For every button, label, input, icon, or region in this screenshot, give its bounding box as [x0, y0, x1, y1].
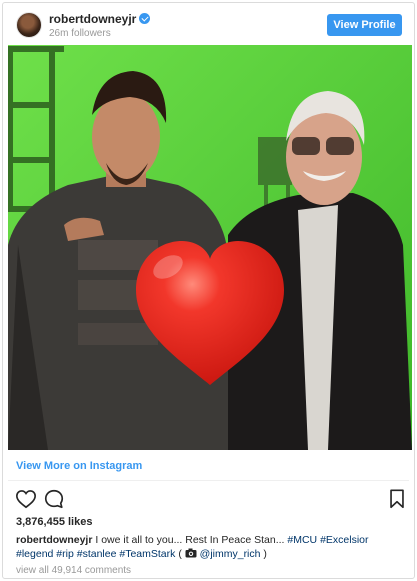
caption-credit-open: (	[178, 548, 182, 560]
caption-text: I owe it all to you... Rest In Peace Sta…	[95, 534, 285, 546]
post-caption: robertdowneyjr I owe it all to you... Re…	[16, 533, 401, 561]
avatar[interactable]	[16, 12, 42, 38]
hashtag[interactable]: #TeamStark	[119, 548, 175, 560]
view-profile-button[interactable]: View Profile	[327, 14, 402, 36]
camera-icon	[185, 548, 197, 558]
hashtag[interactable]: #legend	[16, 548, 53, 560]
hashtag[interactable]: #rip	[56, 548, 74, 560]
hashtag[interactable]: #Excelsior	[320, 534, 368, 546]
bookmark-icon[interactable]	[386, 488, 408, 510]
like-count: 3,876,455 likes	[16, 516, 93, 528]
caption-credit-close: )	[263, 548, 267, 560]
hashtag[interactable]: #stanlee	[77, 548, 117, 560]
username-text[interactable]: robertdowneyjr	[49, 12, 136, 26]
mention-link[interactable]: @jimmy_rich	[200, 548, 261, 560]
divider	[8, 480, 409, 481]
view-all-comments-link[interactable]: view all 49,914 comments	[16, 565, 131, 576]
comment-bubble-icon[interactable]	[43, 488, 65, 510]
post-header: robertdowneyjr 26m followers View Profil…	[3, 3, 414, 45]
username[interactable]: robertdowneyjr	[49, 12, 151, 26]
caption-username[interactable]: robertdowneyjr	[16, 534, 92, 546]
instagram-embed-card: robertdowneyjr 26m followers View Profil…	[2, 2, 415, 579]
follower-count: 26m followers	[49, 28, 111, 39]
post-photo[interactable]	[8, 45, 412, 450]
heart-outline-icon[interactable]	[15, 488, 37, 510]
hashtag[interactable]: #MCU	[287, 534, 317, 546]
view-more-link[interactable]: View More on Instagram	[16, 460, 142, 472]
verified-badge-icon	[139, 13, 151, 24]
